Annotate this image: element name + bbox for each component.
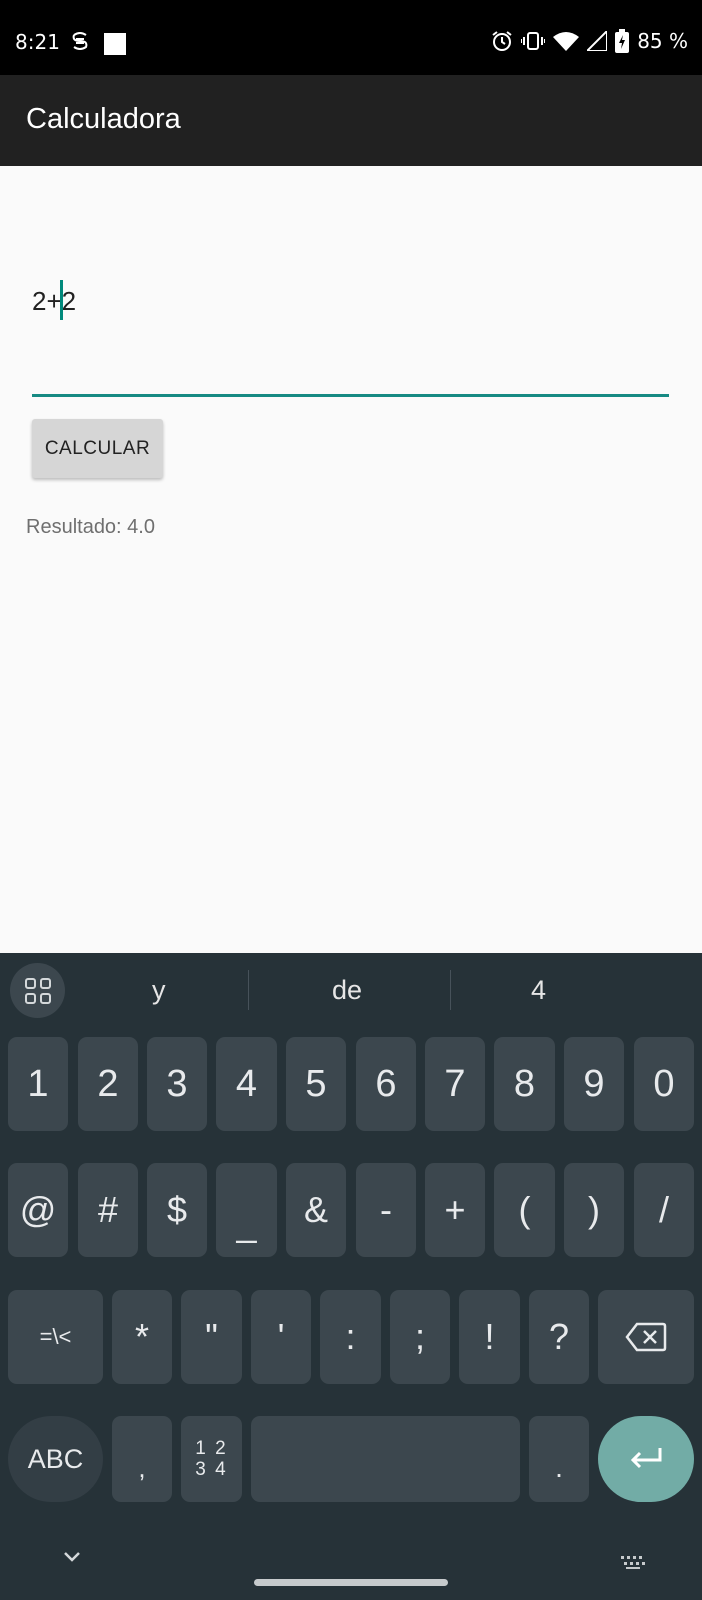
result-text: Resultado: 4.0 xyxy=(26,516,155,538)
key-9[interactable]: 9 xyxy=(564,1037,624,1131)
suggestion-1[interactable]: y xyxy=(152,975,166,1006)
keyboard-switch-icon[interactable] xyxy=(620,1555,646,1571)
keyboard: y de 4 1 2 3 4 5 6 7 8 9 0 @ # $ _ & - +… xyxy=(0,953,702,1600)
key-double-quote[interactable]: " xyxy=(181,1290,242,1384)
status-icons: 85 % xyxy=(491,29,688,53)
status-time: 8:21 xyxy=(15,30,60,54)
key-slash[interactable]: / xyxy=(634,1163,694,1257)
numpad-label-top: 1 2 xyxy=(195,1438,228,1459)
abc-key[interactable]: ABC xyxy=(8,1416,103,1502)
backspace-icon xyxy=(625,1322,667,1352)
key-ampersand[interactable]: & xyxy=(286,1163,346,1257)
wifi-icon xyxy=(553,31,580,51)
alarm-icon xyxy=(491,30,513,52)
text-cursor xyxy=(60,280,63,320)
key-5[interactable]: 5 xyxy=(286,1037,346,1131)
key-2[interactable]: 2 xyxy=(78,1037,138,1131)
calculate-button[interactable]: CALCULAR xyxy=(32,419,163,478)
enter-icon xyxy=(630,1448,662,1469)
square-icon xyxy=(104,33,126,55)
app-title: Calculadora xyxy=(26,103,181,135)
key-3[interactable]: 3 xyxy=(147,1037,207,1131)
key-0[interactable]: 0 xyxy=(634,1037,694,1131)
suggestion-divider xyxy=(450,970,451,1010)
key-asterisk[interactable]: * xyxy=(112,1290,172,1384)
key-underscore[interactable]: _ xyxy=(216,1163,277,1257)
chevron-down-icon[interactable] xyxy=(62,1551,82,1563)
suggestion-2[interactable]: de xyxy=(332,975,362,1006)
app-bar: Calculadora xyxy=(0,75,702,166)
expression-value: 2+2 xyxy=(32,286,77,316)
key-4[interactable]: 4 xyxy=(216,1037,277,1131)
key-open-paren[interactable]: ( xyxy=(494,1163,555,1257)
apps-grid-icon[interactable] xyxy=(10,963,65,1018)
key-semicolon[interactable]: ; xyxy=(390,1290,450,1384)
suggestion-divider xyxy=(248,970,249,1010)
expression-input[interactable]: 2+2 xyxy=(32,280,669,398)
key-at[interactable]: @ xyxy=(8,1163,68,1257)
key-single-quote[interactable]: ' xyxy=(251,1290,311,1384)
key-question[interactable]: ? xyxy=(529,1290,589,1384)
home-gesture-bar[interactable] xyxy=(254,1579,448,1586)
key-hash[interactable]: # xyxy=(78,1163,138,1257)
numpad-key[interactable]: 1 2 3 4 xyxy=(181,1416,242,1502)
key-comma[interactable]: , xyxy=(112,1416,172,1502)
vibrate-icon xyxy=(521,30,546,52)
key-plus[interactable]: + xyxy=(425,1163,485,1257)
enter-key[interactable] xyxy=(598,1416,694,1502)
input-underline xyxy=(32,394,669,397)
numpad-label-bottom: 3 4 xyxy=(195,1459,228,1480)
key-dollar[interactable]: $ xyxy=(147,1163,207,1257)
key-more-symbols[interactable]: =\< xyxy=(8,1290,103,1384)
space-key[interactable] xyxy=(251,1416,520,1502)
signal-icon xyxy=(587,31,608,51)
status-bar: 8:21 85 % xyxy=(0,0,702,75)
key-7[interactable]: 7 xyxy=(425,1037,485,1131)
key-minus[interactable]: - xyxy=(356,1163,416,1257)
settings-icon xyxy=(70,31,90,56)
key-exclamation[interactable]: ! xyxy=(459,1290,520,1384)
key-close-paren[interactable]: ) xyxy=(564,1163,624,1257)
backspace-key[interactable] xyxy=(598,1290,694,1384)
battery-percent: 85 % xyxy=(637,29,688,53)
suggestion-3[interactable]: 4 xyxy=(531,975,546,1006)
key-colon[interactable]: : xyxy=(320,1290,381,1384)
key-period[interactable]: . xyxy=(529,1416,589,1502)
key-6[interactable]: 6 xyxy=(356,1037,416,1131)
key-8[interactable]: 8 xyxy=(494,1037,555,1131)
key-1[interactable]: 1 xyxy=(8,1037,68,1131)
battery-icon xyxy=(615,29,630,53)
